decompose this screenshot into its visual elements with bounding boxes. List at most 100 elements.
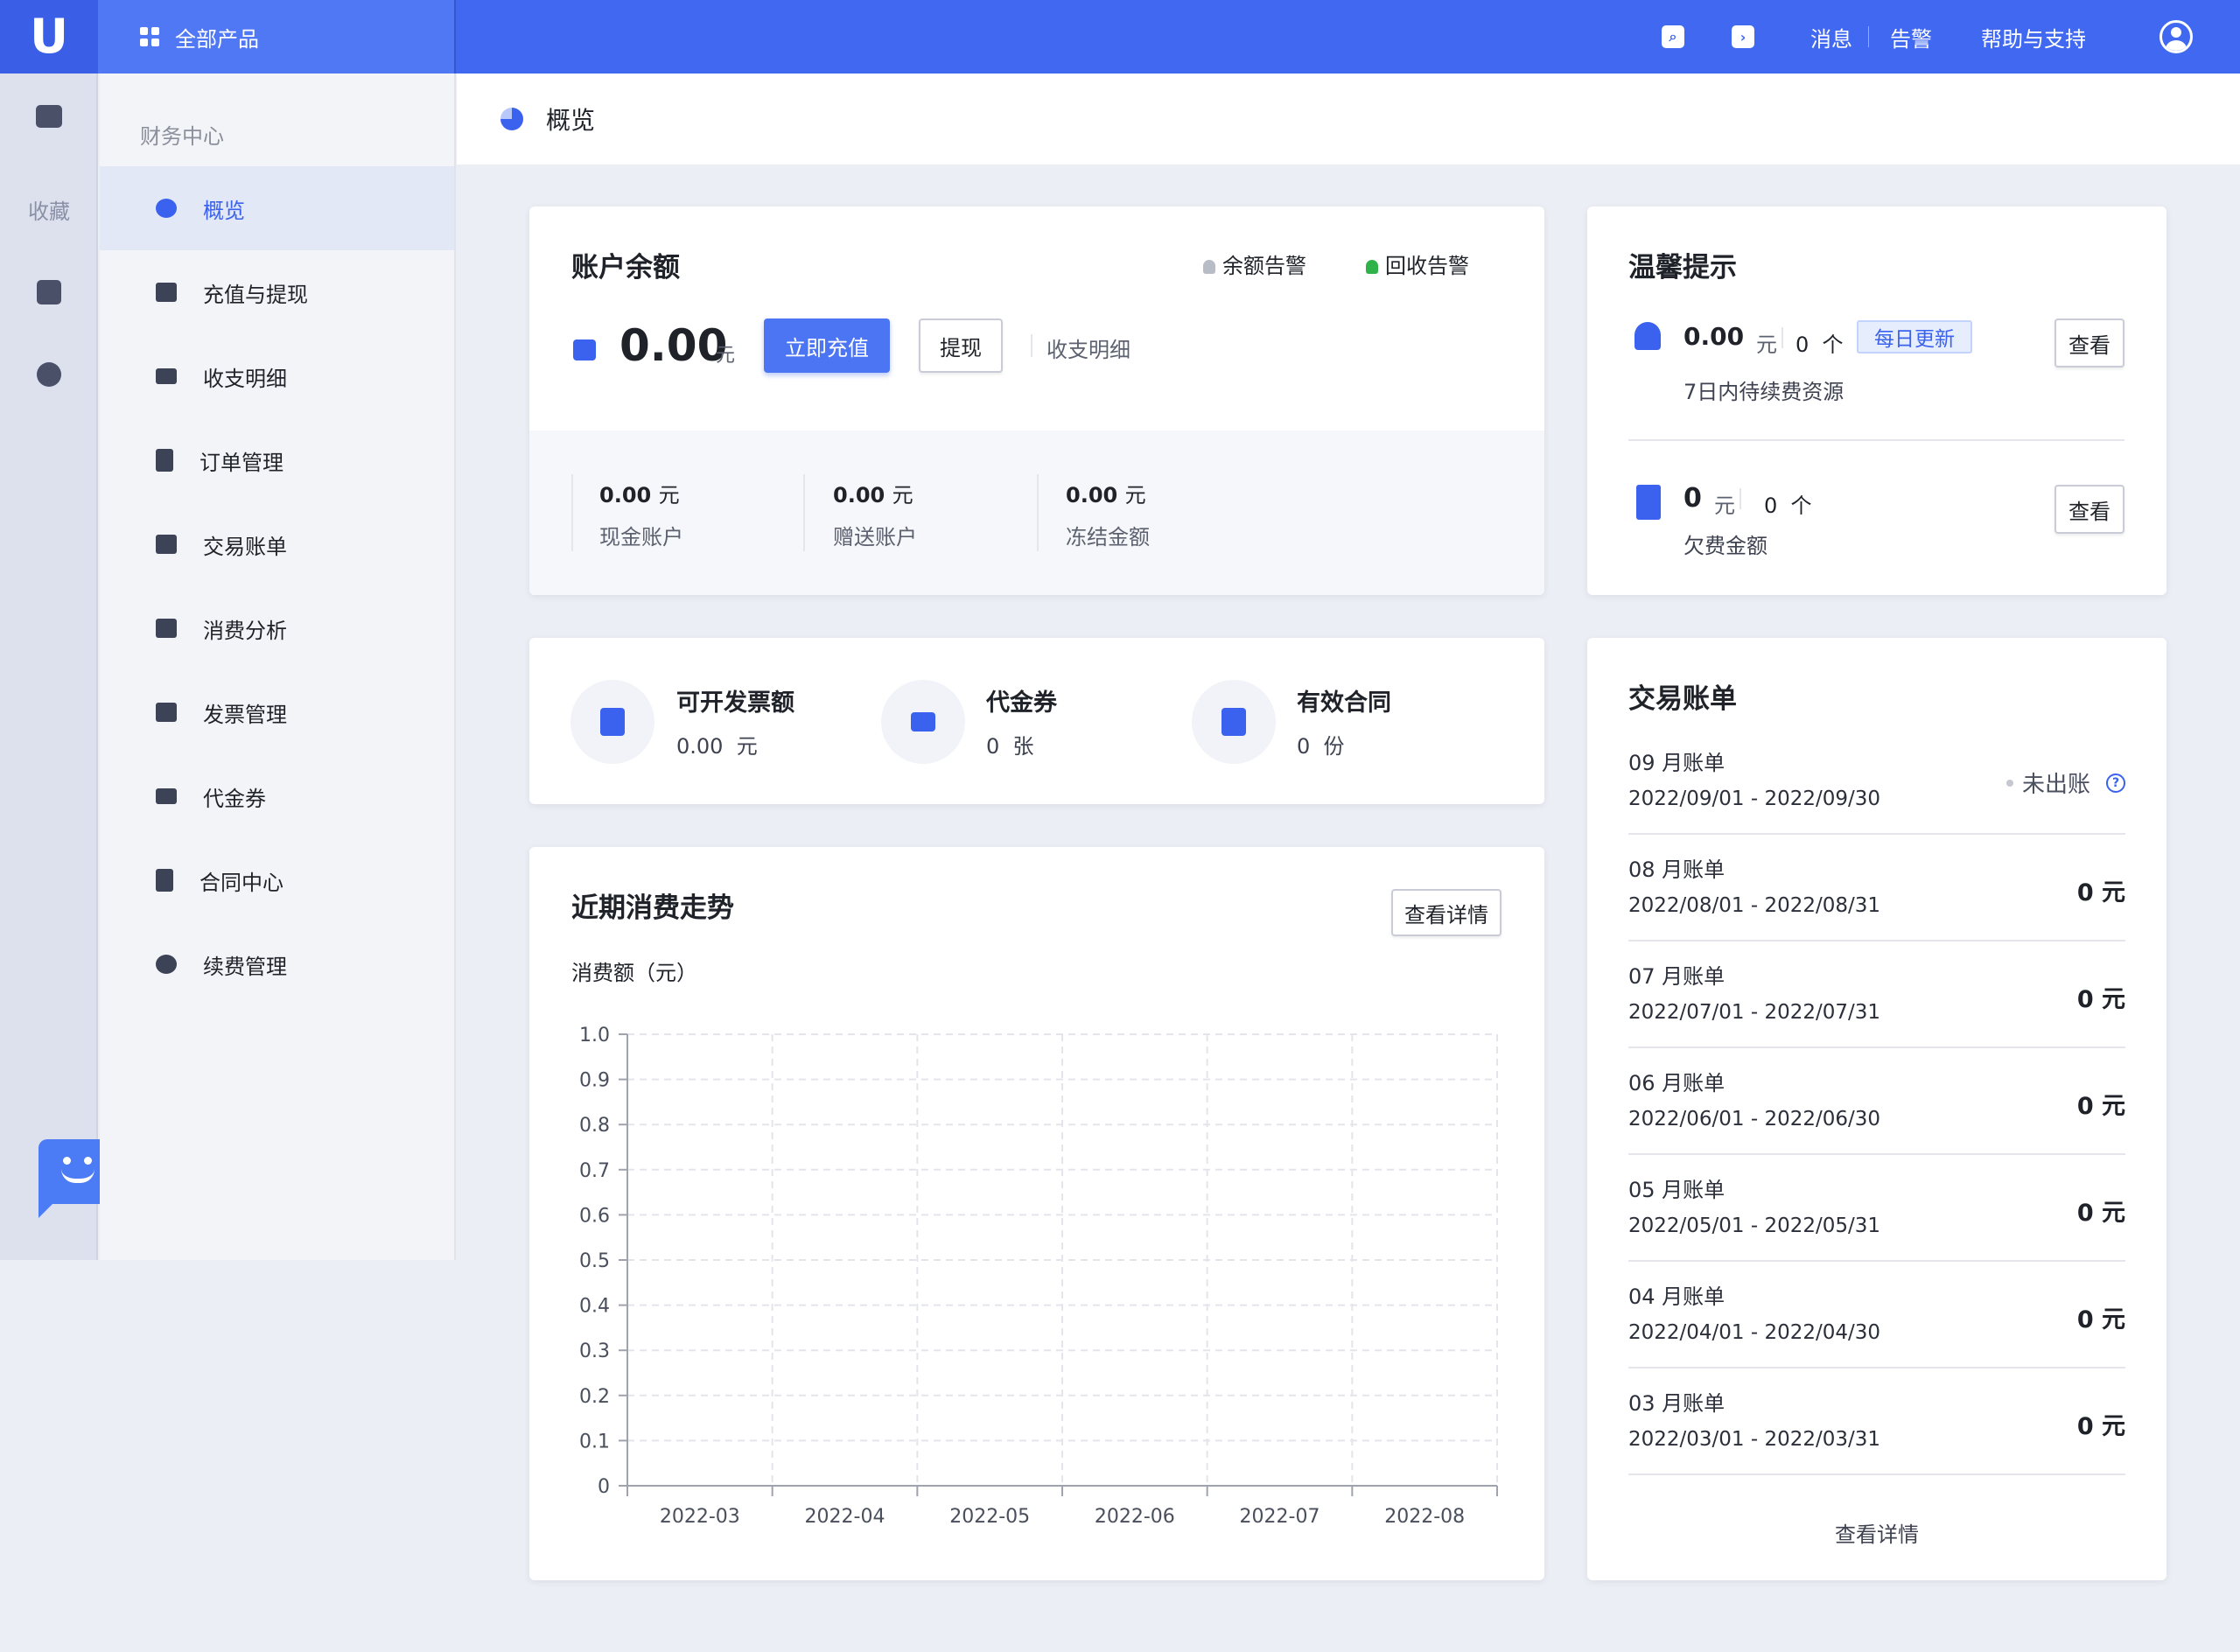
divider <box>571 474 573 551</box>
y-tick-label: 0.9 <box>579 1070 610 1092</box>
recharge-button[interactable]: 立即充值 <box>764 318 890 373</box>
monitor-icon[interactable] <box>36 105 62 128</box>
divider <box>1868 26 1869 47</box>
renew-desc: 7日内待续费资源 <box>1684 380 1844 404</box>
terminal-icon[interactable]: › <box>1732 25 1754 48</box>
messages-link[interactable]: 消息 <box>1810 22 1852 52</box>
bill-row[interactable]: 05 月账单 2022/05/01 - 2022/05/31 0 元 <box>1628 1155 2125 1262</box>
menu-item-contracts[interactable]: 合同中心 <box>100 838 454 922</box>
bill-row[interactable]: 07 月账单 2022/07/01 - 2022/07/31 0 元 <box>1628 942 2125 1048</box>
divider <box>1031 334 1032 357</box>
arrears-count: 0 个 <box>1764 494 1812 518</box>
alerts-link[interactable]: 告警 <box>1890 22 1932 52</box>
divider <box>1740 488 1741 509</box>
help-icon[interactable]: ? <box>2106 773 2125 793</box>
x-tick-label: 2022-04 <box>805 1506 886 1528</box>
balance-amount: 0.00 <box>620 320 728 371</box>
renew-view-button[interactable]: 查看 <box>2054 318 2124 368</box>
network-icon[interactable] <box>37 362 61 387</box>
bill-icon <box>156 535 177 554</box>
bill-range: 2022/05/01 - 2022/05/31 <box>1628 1214 1881 1237</box>
menu-item-label: 合同中心 <box>200 870 284 895</box>
menu-item-invoices[interactable]: 发票管理 <box>100 670 454 754</box>
details-link[interactable]: 收支明细 <box>1046 332 1130 363</box>
menu-item-analysis[interactable]: 消费分析 <box>100 586 454 670</box>
bill-row[interactable]: 06 月账单 2022/06/01 - 2022/06/30 0 元 <box>1628 1048 2125 1155</box>
favorites-link[interactable]: 收藏 <box>28 194 70 225</box>
logo-mark: U <box>30 9 68 64</box>
menu-item-bills[interactable]: 交易账单 <box>100 502 454 586</box>
logo[interactable]: U <box>0 0 98 74</box>
y-tick-label: 0.8 <box>579 1115 610 1137</box>
help-link[interactable]: 帮助与支持 <box>1981 22 2086 52</box>
balance-card: 账户余额 余额告警 回收告警 0.00 元 立即充值 提现 收支明细 0.00 … <box>529 206 1544 595</box>
bill-name: 06 月账单 <box>1628 1071 1726 1096</box>
voucher-circle <box>881 680 965 764</box>
voucher-icon <box>911 712 935 732</box>
bill-row[interactable]: 09 月账单 2022/09/01 - 2022/09/30 未出账? <box>1628 728 2125 835</box>
bill-amount: 0 元 <box>2076 1306 2125 1334</box>
menu-item-renewals[interactable]: 续费管理 <box>100 922 454 1006</box>
tips-card: 温馨提示 0.00 元 0 个 每日更新 查看 7日内待续费资源 0 元 0 个… <box>1587 206 2166 595</box>
bill-amount: 0 元 <box>2076 1413 2125 1440</box>
bill-name: 08 月账单 <box>1628 858 1726 882</box>
arrears-desc: 欠费金额 <box>1684 534 1768 558</box>
x-tick-label: 2022-03 <box>660 1506 740 1528</box>
y-tick-label: 0.2 <box>579 1386 610 1408</box>
bill-row[interactable]: 08 月账单 2022/08/01 - 2022/08/31 0 元 <box>1628 835 2125 942</box>
bill-name: 04 月账单 <box>1628 1284 1726 1309</box>
bar-chart-icon <box>156 619 177 638</box>
voucher-icon <box>156 788 177 804</box>
invoice-circle <box>570 680 654 764</box>
bell-icon <box>1634 322 1661 350</box>
x-tick-label: 2022-08 <box>1384 1506 1465 1528</box>
menu-item-label: 交易账单 <box>203 534 287 559</box>
voucher-title: 代金券 <box>986 690 1057 717</box>
bill-name: 03 月账单 <box>1628 1391 1726 1416</box>
search-icon[interactable]: ⌕ <box>1662 25 1684 48</box>
all-products-label: 全部产品 <box>175 26 259 52</box>
bill-row[interactable]: 03 月账单 2022/03/01 - 2022/03/31 0 元 <box>1628 1368 2125 1475</box>
frozen-value: 0.00 元 <box>1066 483 1146 508</box>
page-header: 概览 <box>457 74 2240 164</box>
database-icon[interactable] <box>37 280 61 304</box>
wallet-icon <box>156 283 177 302</box>
daily-update-tag: 每日更新 <box>1857 320 1972 354</box>
menu-item-label: 订单管理 <box>200 450 284 475</box>
arrears-amount: 0 <box>1684 483 1702 514</box>
menu-item-orders[interactable]: 订单管理 <box>100 418 454 502</box>
contract-icon <box>1222 708 1246 736</box>
document-icon <box>156 449 173 472</box>
invoice-icon <box>156 703 177 722</box>
user-avatar-icon[interactable] <box>2160 20 2193 53</box>
y-tick-label: 0 <box>598 1476 610 1498</box>
menu-item-label: 发票管理 <box>203 702 287 727</box>
menu-item-transactions[interactable]: 收支明细 <box>100 334 454 418</box>
menu-item-overview[interactable]: 概览 <box>100 166 454 250</box>
contract-title: 有效合同 <box>1297 690 1391 717</box>
invoice-value: 0.00 元 <box>676 734 758 759</box>
all-products-button[interactable]: 全部产品 <box>98 0 456 74</box>
renew-amount: 0.00 <box>1684 322 1745 351</box>
bill-range: 2022/04/01 - 2022/04/30 <box>1628 1321 1881 1344</box>
pie-chart-icon <box>156 199 177 218</box>
bell-icon <box>1366 260 1378 274</box>
arrears-view-button[interactable]: 查看 <box>2054 485 2124 534</box>
balance-alert-link[interactable]: 余额告警 <box>1203 248 1306 279</box>
bill-range: 2022/08/01 - 2022/08/31 <box>1628 894 1881 917</box>
status-dot-icon <box>2006 779 2013 787</box>
recycle-alert-link[interactable]: 回收告警 <box>1366 248 1469 279</box>
menu-item-label: 充值与提现 <box>203 282 308 307</box>
stats-card: 可开发票额 0.00 元 代金券 0 张 有效合同 0 份 <box>529 638 1544 804</box>
bills-more-link[interactable]: 查看详情 <box>1835 1517 1919 1548</box>
bill-row[interactable]: 04 月账单 2022/04/01 - 2022/04/30 0 元 <box>1628 1262 2125 1368</box>
cash-label: 现金账户 <box>599 525 683 550</box>
bill-range: 2022/03/01 - 2022/03/31 <box>1628 1428 1881 1451</box>
y-tick-label: 0.7 <box>579 1160 610 1182</box>
balance-unit: 元 <box>716 345 736 367</box>
menu-item-vouchers[interactable]: 代金券 <box>100 754 454 838</box>
menu-item-recharge[interactable]: 充值与提现 <box>100 250 454 334</box>
withdraw-button[interactable]: 提现 <box>919 318 1003 373</box>
card-icon <box>156 368 177 384</box>
divider <box>803 474 805 551</box>
